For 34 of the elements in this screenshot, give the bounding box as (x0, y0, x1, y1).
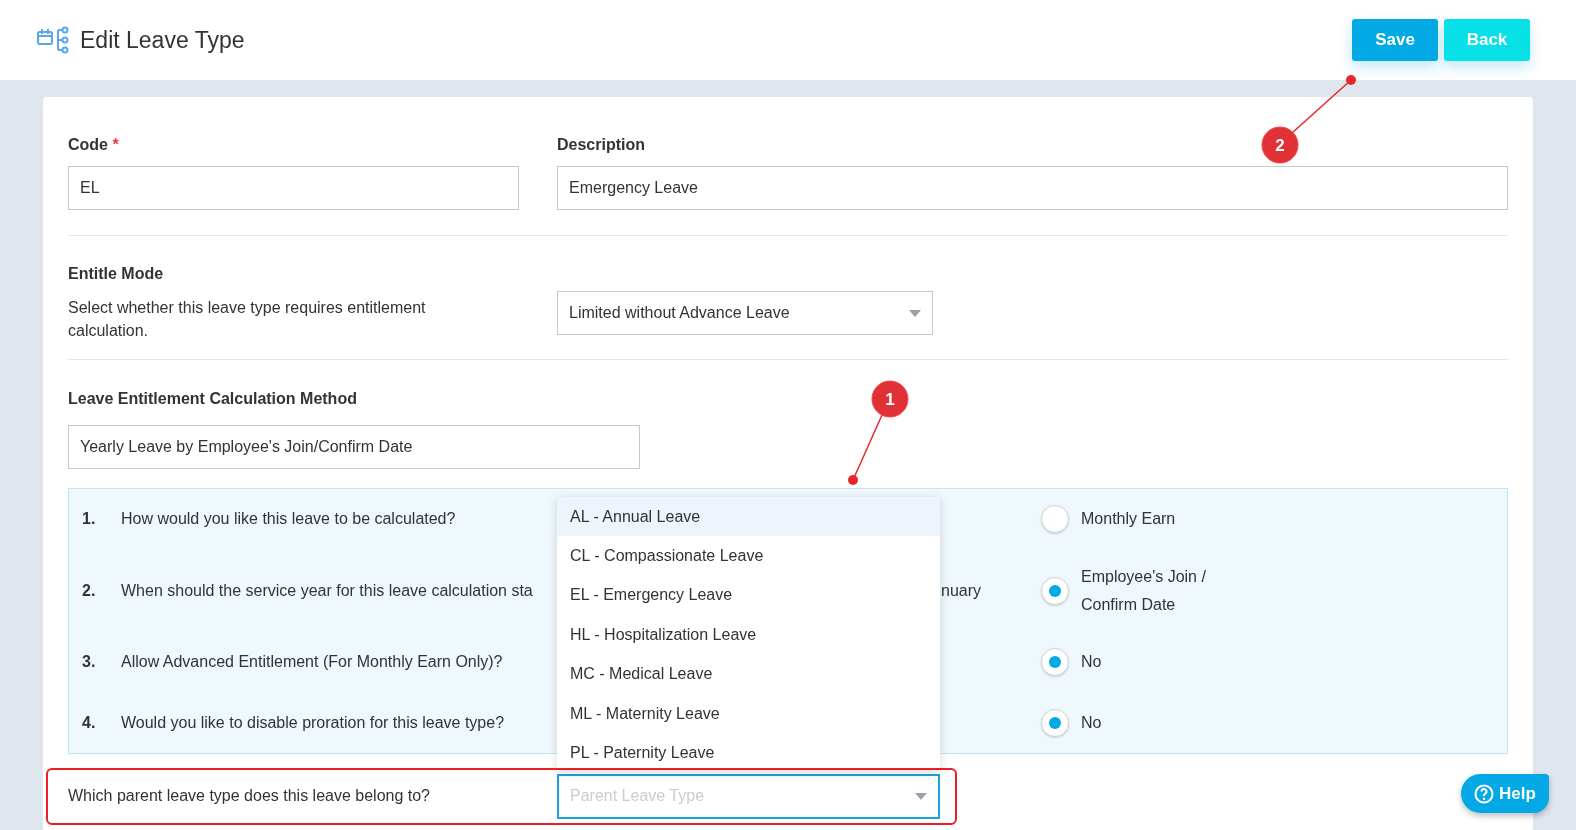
dropdown-option[interactable]: PL - Paternity Leave (557, 733, 940, 770)
question-number: 2. (82, 581, 97, 601)
page-title: Edit Leave Type (80, 25, 245, 55)
section-hint: Select whether this leave type requires entitlement calculation. (68, 298, 427, 341)
dropdown-option[interactable]: CL - Compassionate Leave (557, 536, 940, 576)
dropdown-option[interactable]: ML - Maternity Leave (557, 693, 940, 734)
field-label: Description (557, 135, 645, 155)
radio-label: Monthly Earn (1081, 509, 1177, 529)
required-mark: * (112, 136, 119, 153)
radio-label: No (1081, 652, 1103, 672)
radio-label: Employee's Join / Confirm Date (1081, 567, 1207, 615)
dropdown-option[interactable]: MC - Medical Leave (557, 654, 940, 694)
question-text: Allow Advanced Entitlement (For Monthly Earn Only)? (121, 652, 504, 672)
dropdown-option[interactable]: HL - Hospitalization Leave (557, 615, 940, 655)
description-field[interactable]: Emergency Leave (557, 166, 1508, 210)
field-label: Code (68, 136, 108, 153)
dropdown-option[interactable]: AL - Annual Leave (557, 497, 940, 537)
question-number: 1. (82, 509, 97, 529)
question-text: When should the service year for this leave calculation sta (121, 581, 534, 601)
question-text: Would you like to disable proration for this leave type? (121, 713, 506, 733)
question-number: 3. (82, 652, 97, 672)
entitle-mode-select[interactable]: Limited without Advance Leave (557, 291, 933, 335)
callout-badge: 1 (871, 380, 909, 418)
question-text: Which parent leave type does this leave belong to? (68, 786, 431, 806)
code-field[interactable]: EL (68, 166, 519, 210)
question-number: 4. (82, 713, 97, 733)
radio-label: No (1081, 713, 1103, 733)
dropdown-option[interactable]: EL - Emergency Leave (557, 575, 940, 616)
callout-badge: 2 (1261, 126, 1299, 164)
calculation-method-field[interactable]: Yearly Leave by Employee's Join/Confirm Date (68, 425, 640, 469)
section-title: Entitle Mode (68, 264, 165, 284)
option-text: nuary (941, 582, 982, 599)
section-title: Leave Entitlement Calculation Method (68, 389, 357, 409)
question-text: How would you like this leave to be calculated? (121, 509, 457, 529)
